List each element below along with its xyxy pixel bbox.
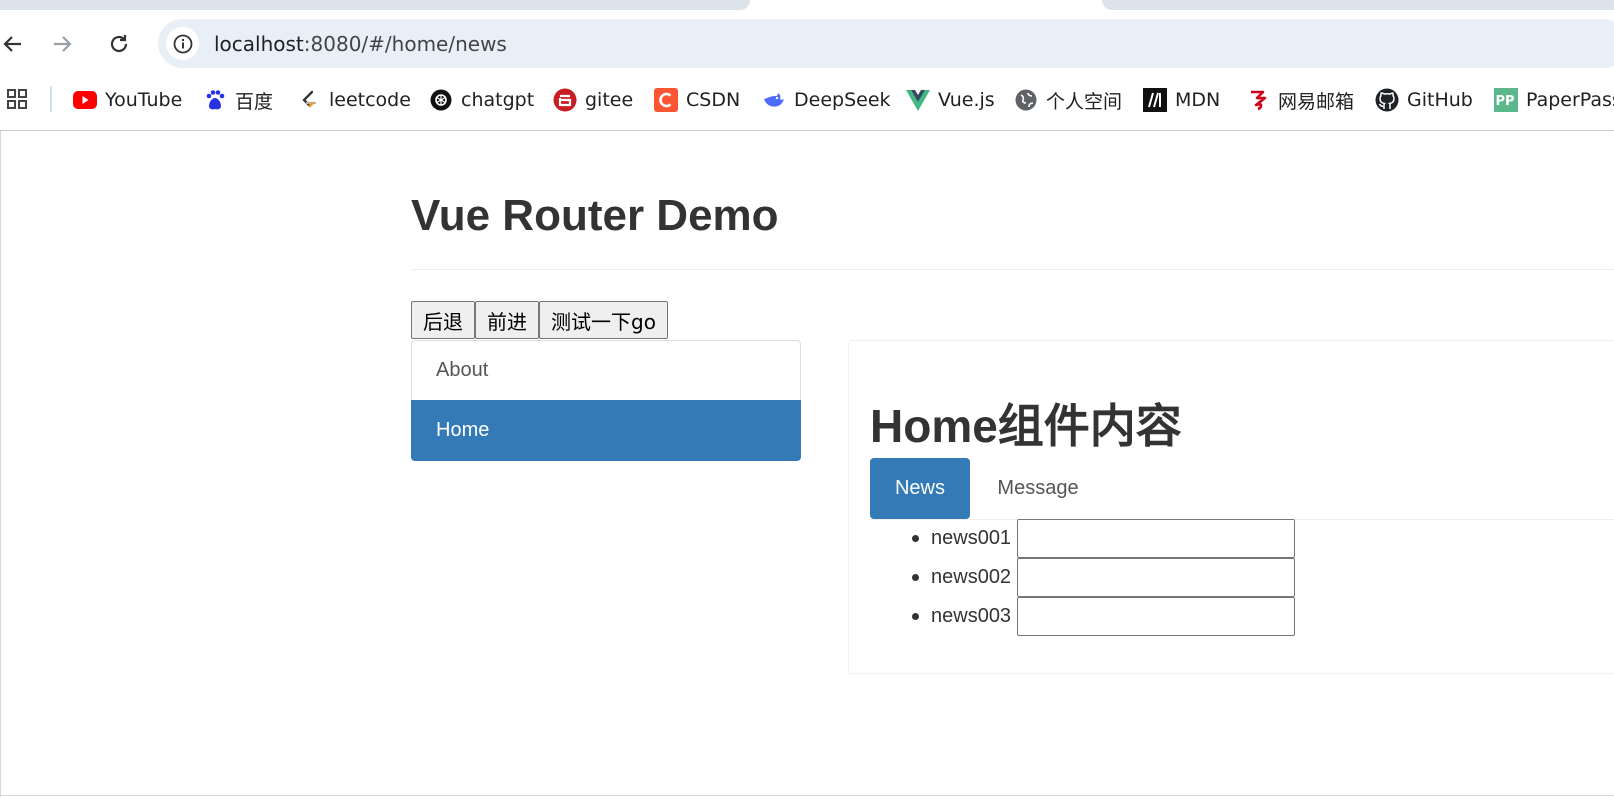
bookmark-label: DeepSeek [794, 89, 891, 111]
bookmark-vuejs[interactable]: Vue.js [906, 85, 995, 115]
bookmarks-separator [50, 86, 52, 112]
bookmark-paperpass[interactable]: PP PaperPass [1494, 85, 1614, 115]
bookmark-gitee[interactable]: gitee [553, 85, 633, 115]
back-button[interactable]: 后退 [411, 301, 475, 339]
bookmark-baidu[interactable]: 百度 [203, 85, 273, 115]
news-list: news001 news002 news003 [888, 519, 1296, 636]
nav-item-about[interactable]: About [411, 340, 801, 401]
home-title: Home组件内容 [870, 400, 1182, 452]
bookmark-youtube[interactable]: YouTube [73, 85, 182, 115]
bookmark-label: YouTube [105, 89, 183, 111]
history-buttons: 后退 前进 测试一下go [411, 301, 668, 339]
browser-toolbar: localhost:8080/#/home/news [0, 19, 1614, 70]
news-input[interactable] [1017, 558, 1296, 597]
deepseek-icon [762, 88, 786, 112]
bookmark-personal-space[interactable]: 个人空间 [1014, 85, 1122, 115]
leetcode-icon [297, 88, 321, 112]
bookmark-label: 百度 [235, 90, 274, 113]
chrome-divider [0, 130, 1614, 131]
bookmark-label: leetcode [329, 89, 411, 111]
bookmark-label: gitee [585, 89, 634, 111]
go-test-button[interactable]: 测试一下go [539, 301, 668, 339]
bookmark-label: Vue.js [938, 89, 995, 111]
side-nav: About Home [411, 340, 801, 461]
bullet [912, 535, 919, 542]
bookmark-github[interactable]: GitHub [1375, 85, 1473, 115]
address-bar[interactable]: localhost:8080/#/home/news [158, 19, 1614, 68]
bookmark-leetcode[interactable]: leetcode [297, 85, 411, 115]
svg-text:PP: PP [1496, 94, 1515, 109]
url-text[interactable]: localhost:8080/#/home/news [214, 32, 507, 56]
bookmark-label: chatgpt [461, 89, 535, 111]
news-label: news002 [931, 566, 1012, 588]
vue-icon [906, 88, 930, 112]
bookmark-chatgpt[interactable]: chatgpt [429, 85, 534, 115]
nav-item-home[interactable]: Home [411, 400, 801, 461]
bookmark-label: 网易邮箱 [1278, 90, 1355, 113]
list-item: news002 [888, 558, 1296, 597]
chatgpt-icon [429, 88, 453, 112]
news-label: news003 [931, 605, 1012, 627]
url-path: :8080/#/home/news [303, 32, 507, 56]
youtube-icon [73, 88, 97, 112]
apps-grid-icon[interactable] [6, 88, 28, 110]
bookmark-label: MDN [1175, 89, 1221, 111]
bookmark-label: CSDN [686, 89, 741, 111]
news-label: news001 [931, 527, 1012, 549]
back-arrow-icon[interactable] [0, 29, 28, 59]
bookmark-label: GitHub [1407, 89, 1473, 111]
bookmark-mdn[interactable]: MDN [1143, 85, 1220, 115]
bookmarks-bar: YouTube 百度 leetcode chatgpt gitee CSDN D… [0, 78, 1614, 122]
globe-icon [1014, 88, 1038, 112]
forward-button[interactable]: 前进 [475, 301, 539, 339]
bookmark-label: 个人空间 [1046, 90, 1123, 113]
site-info-icon[interactable] [166, 27, 199, 60]
bookmark-csdn[interactable]: CSDN [654, 85, 740, 115]
header-divider [411, 269, 1614, 270]
news-input[interactable] [1017, 597, 1296, 636]
inactive-tab-right[interactable] [1102, 0, 1614, 10]
netease-mail-icon [1246, 88, 1270, 112]
tab-news[interactable]: News [870, 458, 970, 519]
forward-arrow-icon[interactable] [47, 29, 77, 59]
bullet [912, 613, 919, 620]
github-icon [1375, 88, 1399, 112]
csdn-icon [654, 88, 678, 112]
tab-message[interactable]: Message [970, 458, 1106, 519]
bookmark-label: PaperPass [1526, 89, 1614, 111]
bullet [912, 574, 919, 581]
paperpass-icon: PP [1494, 88, 1518, 112]
list-item: news001 [888, 519, 1296, 558]
window-edge [0, 795, 1614, 796]
tab-strip [0, 0, 1614, 19]
news-input[interactable] [1017, 519, 1296, 558]
home-tabs: News Message [870, 458, 1106, 519]
bookmark-deepseek[interactable]: DeepSeek [762, 85, 891, 115]
bookmark-netease-mail[interactable]: 网易邮箱 [1246, 85, 1354, 115]
baidu-icon [203, 88, 227, 112]
window-edge [0, 131, 1, 797]
gitee-icon [553, 88, 577, 112]
list-item: news003 [888, 597, 1296, 636]
page-title: Vue Router Demo [411, 191, 779, 240]
url-host: localhost [214, 32, 304, 56]
inactive-tab-left[interactable] [0, 0, 750, 10]
reload-icon[interactable] [104, 29, 134, 59]
mdn-icon [1143, 88, 1167, 112]
